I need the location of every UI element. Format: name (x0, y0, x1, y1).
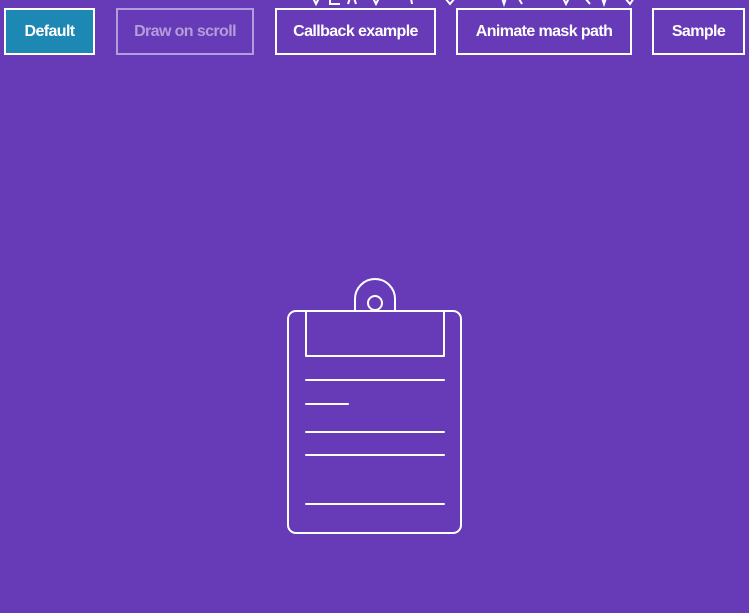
clipped-heading-fragment (300, 0, 650, 8)
default-button[interactable]: Default (4, 8, 95, 55)
callback-example-button[interactable]: Callback example (275, 8, 436, 55)
clipboard-icon (285, 277, 465, 537)
draw-on-scroll-button[interactable]: Draw on scroll (116, 8, 254, 55)
demo-nav: Default Draw on scroll Callback example … (4, 8, 745, 55)
sample-button[interactable]: Sample (652, 8, 745, 55)
animate-mask-path-button[interactable]: Animate mask path (456, 8, 632, 55)
